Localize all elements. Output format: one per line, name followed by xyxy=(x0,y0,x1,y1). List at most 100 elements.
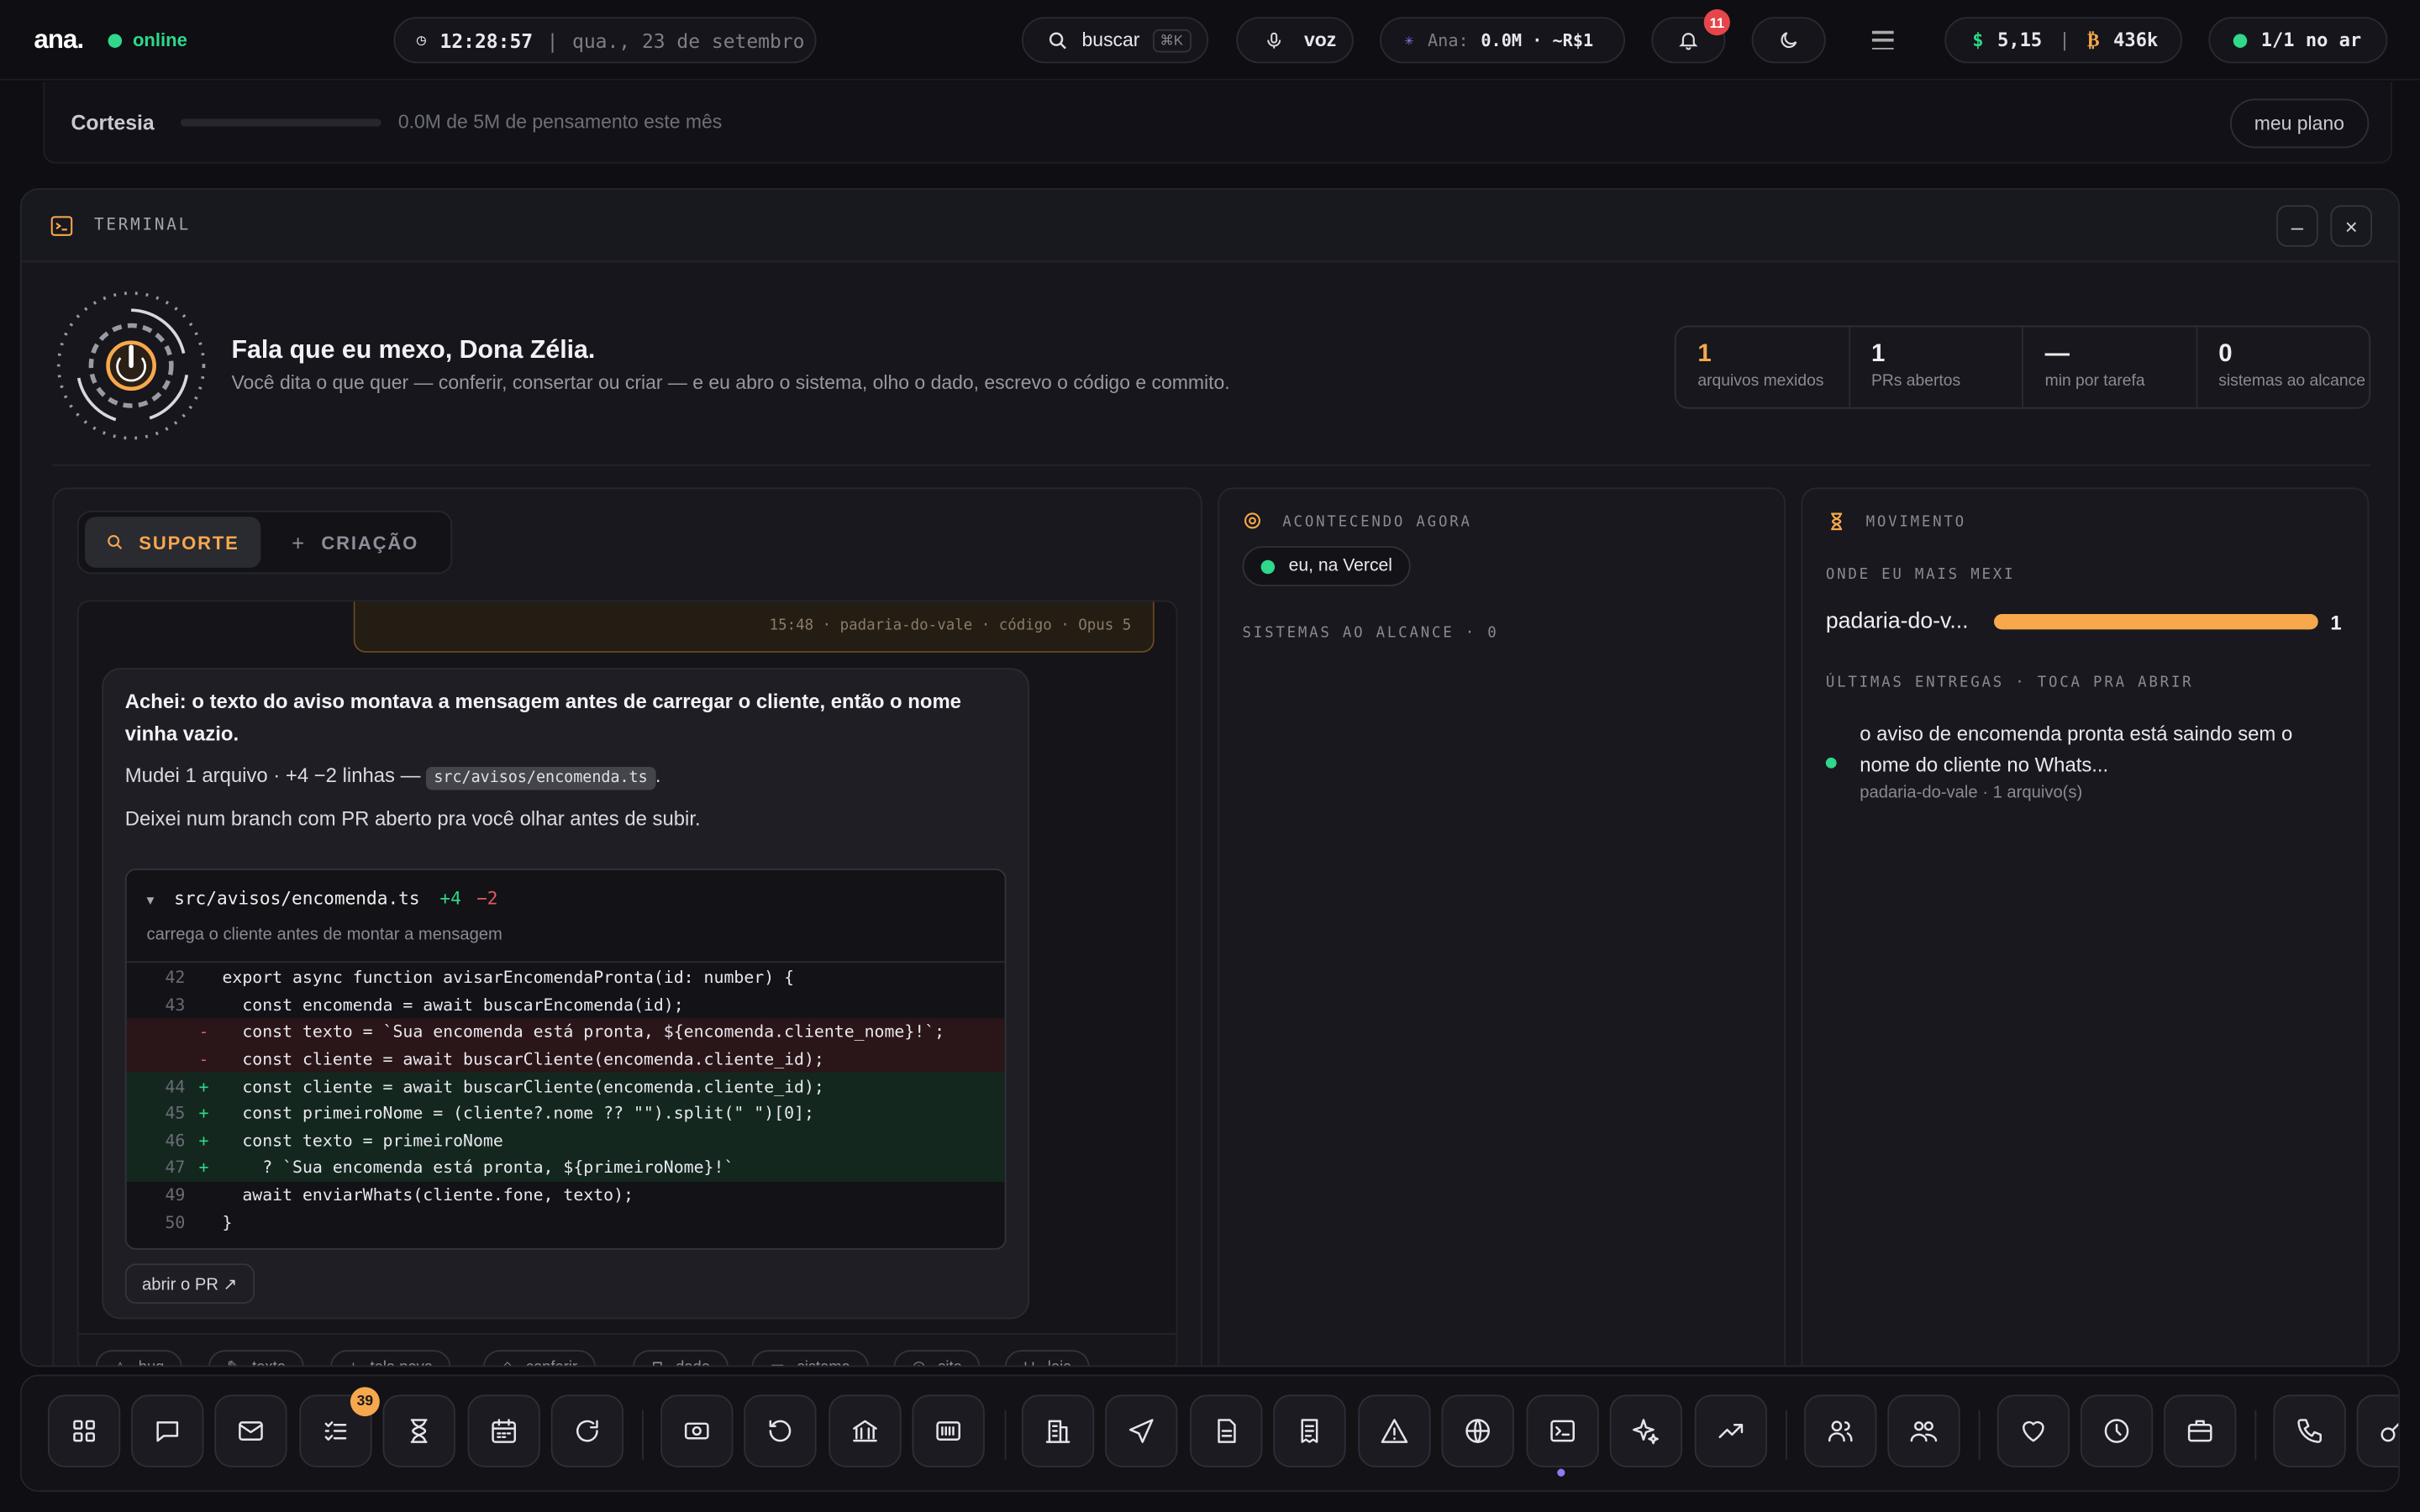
balance-separator: | xyxy=(2059,29,2070,51)
movement-panel: MOVIMENTO ONDE EU MAIS MEXI padaria-do-v… xyxy=(1801,487,2370,1366)
dock-button-building[interactable] xyxy=(1021,1394,1095,1467)
menu-icon[interactable] xyxy=(1871,30,1894,50)
voice-button[interactable]: voz xyxy=(1236,17,1354,64)
most-edited-row[interactable]: padaria-do-v... 1 xyxy=(1826,608,2343,636)
terminal-window: TERMINAL – × Fala que eu mexo, Dona Zéli… xyxy=(19,188,2401,1368)
grid-icon xyxy=(73,1420,95,1442)
bag-icon: ⊔ xyxy=(1023,1358,1036,1368)
line-code: const texto = primeiroNome xyxy=(222,1131,503,1151)
dock-button-cash[interactable] xyxy=(660,1394,734,1467)
dock-button-barcode[interactable] xyxy=(912,1394,985,1467)
reply-changes: Mudei 1 arquivo · +4 −2 linhas — src/avi… xyxy=(125,764,661,790)
search-icon xyxy=(108,534,123,549)
globe-icon xyxy=(1465,1419,1490,1443)
changed-file-chip[interactable]: src/avisos/encomenda.ts xyxy=(426,766,655,790)
dock-button-chat[interactable] xyxy=(131,1394,204,1467)
stat-value: 1 xyxy=(1870,340,1886,368)
stat-value: 1 xyxy=(1697,340,1712,368)
online-status: online xyxy=(108,29,187,51)
tab-support[interactable]: SUPORTE xyxy=(85,517,261,568)
dock-button-document[interactable] xyxy=(1190,1394,1263,1467)
terminal-icon xyxy=(1550,1420,1575,1442)
dock-button-briefcase[interactable] xyxy=(2164,1394,2237,1467)
dock-button-hourglass[interactable] xyxy=(382,1394,455,1467)
live-status-pill[interactable]: 1/1 no ar xyxy=(2208,17,2388,64)
dock-button-refresh[interactable] xyxy=(550,1394,624,1467)
notifications-button[interactable]: 11 xyxy=(1651,9,1730,64)
minimize-button[interactable]: – xyxy=(2276,205,2318,247)
dock-button-warning[interactable] xyxy=(1358,1394,1431,1467)
mode-tabs: SUPORTE + CRIAÇÃO xyxy=(76,510,453,575)
balance-pill[interactable]: $ 5,15 | ₿ 436k xyxy=(1944,17,2183,64)
close-button[interactable]: × xyxy=(2330,205,2373,247)
document-icon: ▭ xyxy=(770,1358,785,1368)
dock-button-send[interactable] xyxy=(1105,1394,1178,1467)
dock-button-key[interactable] xyxy=(2356,1394,2399,1467)
calendar-icon xyxy=(492,1419,517,1443)
dock-button-history[interactable] xyxy=(744,1394,817,1467)
bug-icon: △ xyxy=(113,1358,127,1368)
receipt-icon xyxy=(1301,1419,1318,1443)
dock-button-terminal[interactable] xyxy=(1526,1394,1599,1467)
line-code: export async function avisarEncomendaPro… xyxy=(222,968,795,989)
line-code: } xyxy=(222,1211,233,1232)
theme-toggle[interactable] xyxy=(1751,17,1826,64)
chip-text[interactable]: ✎ texto xyxy=(208,1350,304,1366)
app-dock: 39 xyxy=(19,1374,2401,1493)
my-plan-button[interactable]: meu plano xyxy=(2229,98,2370,149)
briefcase-icon xyxy=(2187,1420,2212,1442)
online-label: online xyxy=(132,29,187,51)
hero-subtitle: Você dita o que quer — conferir, consert… xyxy=(231,371,1230,394)
dock-button-tasks[interactable]: 39 xyxy=(299,1387,380,1467)
dock-button-mail[interactable] xyxy=(214,1394,287,1467)
chip-label: dado xyxy=(676,1358,710,1368)
search-button[interactable]: buscar ⌘K xyxy=(1021,17,1209,64)
line-code: const cliente = await buscarCliente(enco… xyxy=(222,1076,824,1097)
clock-pill: ◷ 12:28:57 | qua., 23 de setembro xyxy=(393,17,817,64)
code-line: - const cliente = await buscarCliente(en… xyxy=(126,1045,1005,1074)
stat-value: — xyxy=(2044,340,2070,368)
chip-data[interactable]: ⊓ dado xyxy=(633,1350,729,1368)
dock-button-grid[interactable] xyxy=(47,1394,121,1467)
clock-date: qua., 23 de setembro xyxy=(572,28,805,52)
dock-button-clock[interactable] xyxy=(2080,1394,2154,1467)
dock-button-team[interactable] xyxy=(1887,1394,1960,1467)
line-number: 47 xyxy=(165,1158,186,1179)
stat-systems: 0 sistemas ao alcance xyxy=(2197,327,2370,407)
quick-chips: △ bug ✎ texto + tela nova ◇ conferir ⊓ dado ▭… xyxy=(78,1332,1176,1368)
dock-button-phone[interactable] xyxy=(2273,1394,2346,1467)
chip-site[interactable]: ◎ site xyxy=(893,1350,981,1366)
dock-button-calendar[interactable] xyxy=(467,1394,540,1467)
bank-icon xyxy=(853,1420,877,1442)
line-sign: + xyxy=(198,1158,209,1179)
diff-header[interactable]: ▼ src/avisos/encomenda.ts +4 −2 carrega … xyxy=(126,870,1005,963)
line-sign: - xyxy=(198,1049,209,1069)
line-number: 43 xyxy=(165,995,186,1016)
dock-button-receipt[interactable] xyxy=(1273,1394,1346,1467)
dock-button-chart[interactable] xyxy=(1694,1394,1768,1467)
plus-icon: + xyxy=(349,1358,358,1368)
usage-name: Ana: xyxy=(1428,29,1469,50)
dock-button-globe[interactable] xyxy=(1441,1394,1514,1467)
chip-system[interactable]: ▭ sistema xyxy=(751,1350,869,1368)
app-logo[interactable]: ana. xyxy=(34,24,84,55)
chip-check[interactable]: ◇ conferir xyxy=(482,1350,597,1366)
stat-label: min por tarefa xyxy=(2044,371,2145,391)
tasks-badge: 39 xyxy=(350,1387,380,1417)
divider xyxy=(52,464,2371,466)
chip-new-screen[interactable]: + tela nova xyxy=(330,1350,452,1368)
bell-icon xyxy=(1679,33,1698,50)
online-dot xyxy=(108,33,123,48)
dock-separator xyxy=(1004,1410,1007,1460)
chip-bug[interactable]: △ bug xyxy=(95,1350,183,1368)
chip-store[interactable]: ⊔ loja xyxy=(1004,1350,1091,1368)
dock-button-sparkle[interactable] xyxy=(1609,1394,1683,1467)
dock-button-people[interactable] xyxy=(1804,1394,1877,1467)
tab-create[interactable]: + CRIAÇÃO xyxy=(270,517,439,568)
dock-button-bank[interactable] xyxy=(829,1394,902,1467)
usage-pill[interactable]: ✳ Ana: 0.0M · ~R$1 xyxy=(1380,17,1626,64)
history-icon xyxy=(769,1420,792,1442)
vercel-status[interactable]: eu, na Vercel xyxy=(1242,546,1412,586)
dock-button-heart[interactable] xyxy=(1996,1394,2070,1467)
open-pr-button[interactable]: abrir o PR ↗ xyxy=(124,1263,255,1305)
